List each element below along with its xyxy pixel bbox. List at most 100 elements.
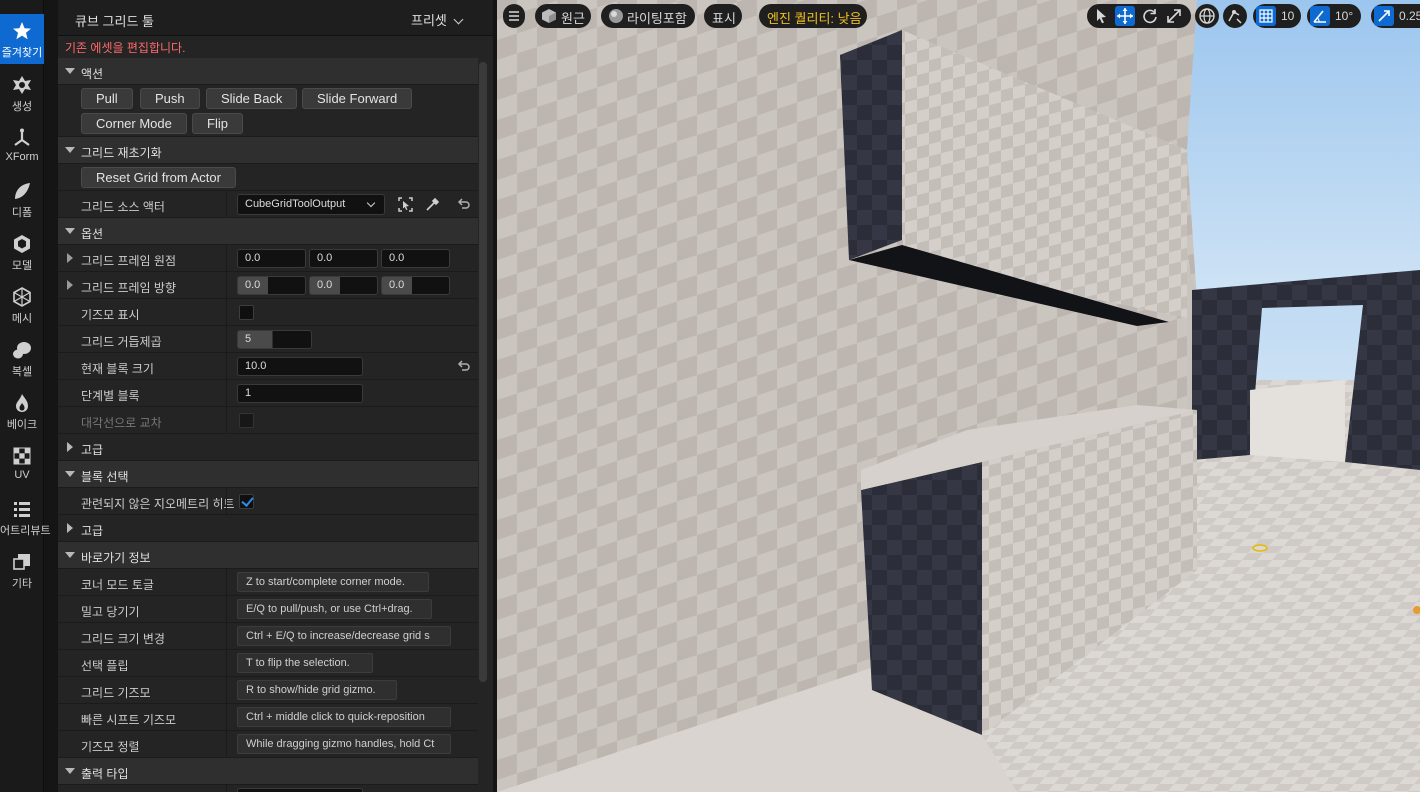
mode-mesh[interactable]: 메시: [0, 280, 44, 330]
xform-icon: [14, 128, 30, 146]
expand-arrow-icon[interactable]: [67, 280, 73, 290]
surface-snap-toggle[interactable]: [1223, 4, 1247, 28]
frame-origin-x-input[interactable]: 0.0: [237, 249, 306, 268]
reset-grid-from-actor-button[interactable]: Reset Grid from Actor: [81, 167, 236, 188]
expand-arrow-icon: [65, 471, 75, 477]
frame-origin-z-input[interactable]: 0.0: [381, 249, 450, 268]
reset-to-default-icon[interactable]: [457, 359, 471, 373]
shortcut-row: 밀고 당기기 E/Q to pull/push, or use Ctrl+drag…: [58, 596, 478, 623]
panel-title: 큐브 그리드 툴: [75, 14, 154, 29]
mode-favorites[interactable]: 즐겨찾기: [0, 14, 44, 64]
viewport-scene: [497, 0, 1420, 792]
grid-power-row: 그리드 거듭제곱 5: [58, 326, 478, 353]
expand-arrow-icon: [65, 228, 75, 234]
flip-button[interactable]: Flip: [192, 113, 243, 134]
viewport-menu-button[interactable]: [503, 4, 525, 28]
perspective-cube-icon: [542, 9, 556, 23]
blocks-per-step-input[interactable]: 1: [237, 384, 363, 403]
rotate-icon[interactable]: [1140, 6, 1160, 26]
mode-deform[interactable]: 디폼: [0, 174, 44, 224]
shortcut-row: 선택 플립 T to flip the selection.: [58, 650, 478, 677]
grid-snap-group[interactable]: 10: [1253, 4, 1301, 28]
section-shortcuts[interactable]: 바로가기 정보: [58, 542, 478, 569]
grid-snap-icon: [1256, 6, 1276, 26]
section-reinitialize-grid[interactable]: 그리드 재초기화: [58, 137, 478, 164]
world-local-toggle[interactable]: [1195, 4, 1219, 28]
grid-power-slider[interactable]: 5: [237, 330, 312, 349]
push-button[interactable]: Push: [140, 88, 200, 109]
grid-frame-orientation-row: 그리드 프레임 방향 0.0 0.0 0.0: [58, 272, 478, 299]
shortcut-row: 그리드 크기 변경 Ctrl + E/Q to increase/decrease…: [58, 623, 478, 650]
engine-quality-warning[interactable]: 엔진 퀄리티: 낮음: [759, 4, 867, 28]
shortcut-text: E/Q to pull/push, or use Ctrl+drag.: [237, 599, 432, 619]
frame-orientation-z-input[interactable]: 0.0: [381, 276, 450, 295]
shortcut-text: Ctrl + E/Q to increase/decrease grid s: [237, 626, 451, 646]
shortcut-row: 그리드 기즈모 R to show/hide grid gizmo.: [58, 677, 478, 704]
globe-icon: [1199, 8, 1215, 24]
lighting-mode-button[interactable]: 라이팅포함: [601, 4, 695, 28]
section-options[interactable]: 옵션: [58, 218, 478, 245]
scale-icon[interactable]: [1164, 6, 1184, 26]
mode-create[interactable]: 생성: [0, 68, 44, 118]
cross-diagonals-checkbox: [239, 413, 254, 428]
expand-arrow-icon[interactable]: [67, 253, 73, 263]
cross-diagonals-row: 대각선으로 교차: [58, 407, 478, 434]
section-advanced-2[interactable]: 고급: [58, 515, 478, 542]
block-size-input[interactable]: 10.0: [237, 357, 363, 376]
slide-back-button[interactable]: Slide Back: [206, 88, 298, 109]
section-block-selection[interactable]: 블록 선택: [58, 461, 478, 488]
shortcut-text: R to show/hide grid gizmo.: [237, 680, 397, 700]
mode-uv[interactable]: UV: [0, 439, 44, 489]
show-flags-button[interactable]: 표시: [704, 4, 742, 28]
chevron-down-icon: [453, 14, 464, 25]
frame-origin-y-input[interactable]: 0.0: [309, 249, 378, 268]
frame-orientation-y-input[interactable]: 0.0: [309, 276, 378, 295]
section-output-type[interactable]: 출력 타입: [58, 758, 478, 785]
chevron-down-icon: [366, 198, 376, 208]
expand-arrow-icon: [65, 147, 75, 153]
mode-model[interactable]: 모델: [0, 227, 44, 277]
section-advanced[interactable]: 고급: [58, 434, 478, 461]
panel-header: 큐브 그리드 툴 프리셋: [58, 0, 493, 36]
slide-forward-button[interactable]: Slide Forward: [302, 88, 413, 109]
lit-sphere-icon: [609, 9, 623, 23]
reset-to-default-icon[interactable]: [457, 197, 471, 211]
frame-orientation-x-input[interactable]: 0.0: [237, 276, 306, 295]
transform-tools-group: [1087, 4, 1191, 28]
panel-scrollbar[interactable]: [479, 62, 487, 682]
mode-bake[interactable]: 베이크: [0, 386, 44, 436]
eyedropper-icon[interactable]: [424, 196, 441, 213]
expand-arrow-icon: [65, 68, 75, 74]
voxel-icon: [13, 342, 31, 359]
rotation-snap-icon: [1310, 6, 1330, 26]
shortcut-row: 빠른 시프트 기즈모 Ctrl + middle click to quick-r…: [58, 704, 478, 731]
show-gizmo-checkbox[interactable]: [239, 305, 254, 320]
perspective-button[interactable]: 원근: [535, 4, 591, 28]
level-viewport[interactable]: 원근 라이팅포함 표시 엔진 퀄리티: 낮음 10 10° 0.25: [497, 0, 1420, 792]
translate-icon[interactable]: [1115, 6, 1135, 26]
grid-source-actor-label: 그리드 소스 액터: [81, 200, 165, 214]
select-cursor-icon[interactable]: [1091, 6, 1111, 26]
shortcut-row: 기즈모 정렬 While dragging gizmo handles, hold…: [58, 731, 478, 758]
corner-mode-button[interactable]: Corner Mode: [81, 113, 187, 134]
expand-arrow-icon: [65, 768, 75, 774]
preset-dropdown[interactable]: 프리셋: [411, 10, 464, 29]
select-actor-icon[interactable]: [397, 196, 414, 213]
misc-icon: [13, 554, 30, 570]
pull-button[interactable]: Pull: [81, 88, 133, 109]
rotation-snap-value: 10°: [1335, 9, 1354, 23]
create-icon: [13, 76, 31, 94]
current-block-size-row: 현재 블록 크기 10.0: [58, 353, 478, 380]
mode-attributes[interactable]: 어트리뷰트: [0, 492, 51, 542]
section-actions[interactable]: 액션: [58, 58, 478, 85]
scale-snap-group[interactable]: 0.25: [1371, 4, 1420, 28]
hit-unrelated-geometry-checkbox[interactable]: [239, 494, 254, 509]
grid-source-actor-dropdown[interactable]: CubeGridToolOutput: [237, 194, 385, 215]
output-type-dropdown[interactable]: [237, 788, 363, 792]
mesh-icon: [13, 287, 31, 307]
mode-voxel[interactable]: 복셀: [0, 333, 44, 383]
details-rows: 액션 Pull Push Slide Back Slide Forward Co…: [58, 58, 478, 792]
mode-xform[interactable]: XForm: [0, 121, 44, 171]
mode-misc[interactable]: 기타: [0, 545, 44, 595]
rotation-snap-group[interactable]: 10°: [1307, 4, 1361, 28]
